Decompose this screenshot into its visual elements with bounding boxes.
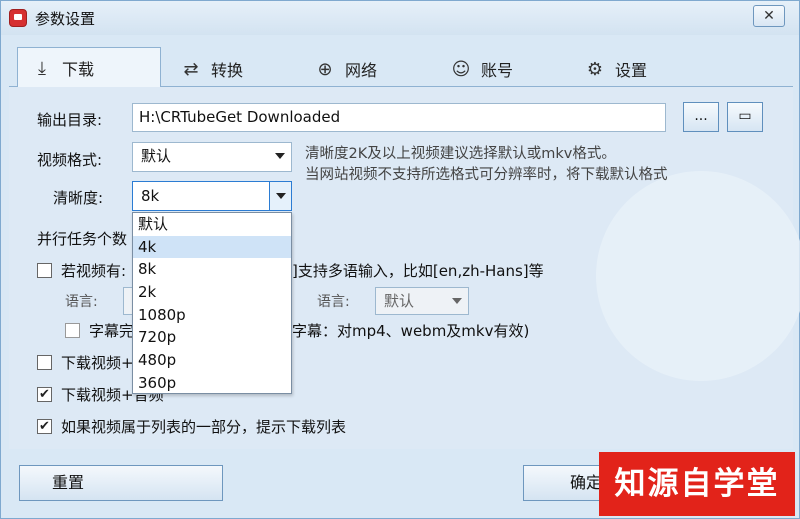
quality-option[interactable]: 8k	[133, 258, 291, 281]
tab-label: 网络	[345, 61, 378, 80]
subtitle-checkbox[interactable]	[37, 263, 52, 278]
quality-value: 8k	[141, 187, 160, 205]
embed-subtitle-checkbox[interactable]	[65, 323, 80, 338]
user-icon: ☺	[451, 58, 471, 80]
download-icon: ⤓	[38, 57, 46, 79]
output-dir-input[interactable]: H:\CRTubeGet Downloaded	[132, 103, 666, 132]
video-format-value: 默认	[141, 147, 172, 165]
chevron-down-icon[interactable]	[269, 182, 291, 210]
quality-option[interactable]: 720p	[133, 326, 291, 349]
quality-label: 清晰度:	[53, 189, 104, 207]
format-hint-line2: 当网站视频不支持所选格式可分辨率时，将下载默认格式	[305, 167, 668, 183]
quality-select[interactable]: 8k	[132, 181, 292, 211]
quality-option[interactable]: 1080p	[133, 304, 291, 327]
tab-label: 设置	[615, 61, 648, 80]
download-option2-checkbox[interactable]: ✔	[37, 387, 52, 402]
app-icon	[9, 9, 27, 27]
folder-icon: ▭	[738, 108, 752, 124]
output-dir-label: 输出目录:	[37, 111, 103, 129]
tab-bar: ⤓ 下载 ⇄ 转换 ⊕ 网络 ☺ 账号 ⚙ 设置	[9, 47, 793, 88]
window-title: 参数设置	[35, 10, 96, 28]
embed-subtitle-label-left: 字幕完	[89, 322, 135, 340]
gear-icon: ⚙	[586, 58, 604, 80]
subtitle-label-left: 若视频有:	[61, 262, 127, 280]
quality-option[interactable]: 360p	[133, 372, 291, 395]
close-button[interactable]: ✕	[753, 5, 785, 27]
tab-account[interactable]: ☺ 账号	[451, 51, 513, 87]
tab-download[interactable]: ⤓ 下载	[17, 47, 161, 88]
chevron-down-icon	[275, 153, 285, 159]
language-value: 默认	[384, 292, 415, 310]
chevron-down-icon	[452, 298, 462, 304]
convert-icon: ⇄	[183, 58, 199, 80]
tab-settings[interactable]: ⚙ 设置	[585, 51, 647, 87]
globe-icon: ⊕	[317, 58, 333, 80]
watermark-logo	[596, 171, 800, 381]
quality-option[interactable]: 默认	[133, 213, 291, 236]
playlist-prompt-label: 如果视频属于列表的一部分，提示下载列表	[61, 418, 347, 436]
video-format-select[interactable]: 默认	[132, 142, 292, 172]
watermark-logo-badge: 知源自学堂	[599, 452, 795, 516]
quality-option[interactable]: 480p	[133, 349, 291, 372]
settings-window: 参数设置 ✕ ⤓ 下载 ⇄ 转换 ⊕ 网络 ☺ 账号 ⚙ 设置 输出目录: H:…	[0, 0, 800, 519]
reset-button[interactable]: 重置	[19, 465, 223, 501]
language-label-right: 语言:	[317, 294, 350, 310]
tab-convert[interactable]: ⇄ 转换	[181, 51, 243, 87]
tab-network[interactable]: ⊕ 网络	[315, 51, 377, 87]
subtitle-label-right: ]支持多语输入，比如[en,zh-Hans]等	[292, 262, 544, 280]
tab-label: 账号	[481, 61, 514, 80]
title-bar: 参数设置 ✕	[1, 1, 799, 35]
language-select-right[interactable]: 默认	[375, 287, 469, 315]
quality-dropdown-list: 默认 4k 8k 2k 1080p 720p 480p 360p	[132, 212, 292, 394]
quality-option[interactable]: 2k	[133, 281, 291, 304]
playlist-prompt-checkbox[interactable]: ✔	[37, 419, 52, 434]
download-option1-label: 下载视频+	[61, 354, 134, 372]
open-folder-button[interactable]: ▭	[727, 102, 763, 132]
tab-label: 转换	[211, 61, 244, 80]
embed-subtitle-label-right: 字幕：对mp4、webm及mkv有效)	[292, 322, 530, 340]
video-format-label: 视频格式:	[37, 151, 103, 169]
format-hint-line1: 清晰度2K及以上视频建议选择默认或mkv格式。	[305, 146, 616, 162]
tab-label: 下载	[62, 60, 95, 79]
language-label-left: 语言:	[65, 294, 98, 310]
browse-button[interactable]: ...	[683, 102, 719, 132]
quality-option[interactable]: 4k	[133, 235, 291, 259]
parallel-tasks-label: 并行任务个数	[37, 230, 128, 248]
download-option1-checkbox[interactable]	[37, 355, 52, 370]
